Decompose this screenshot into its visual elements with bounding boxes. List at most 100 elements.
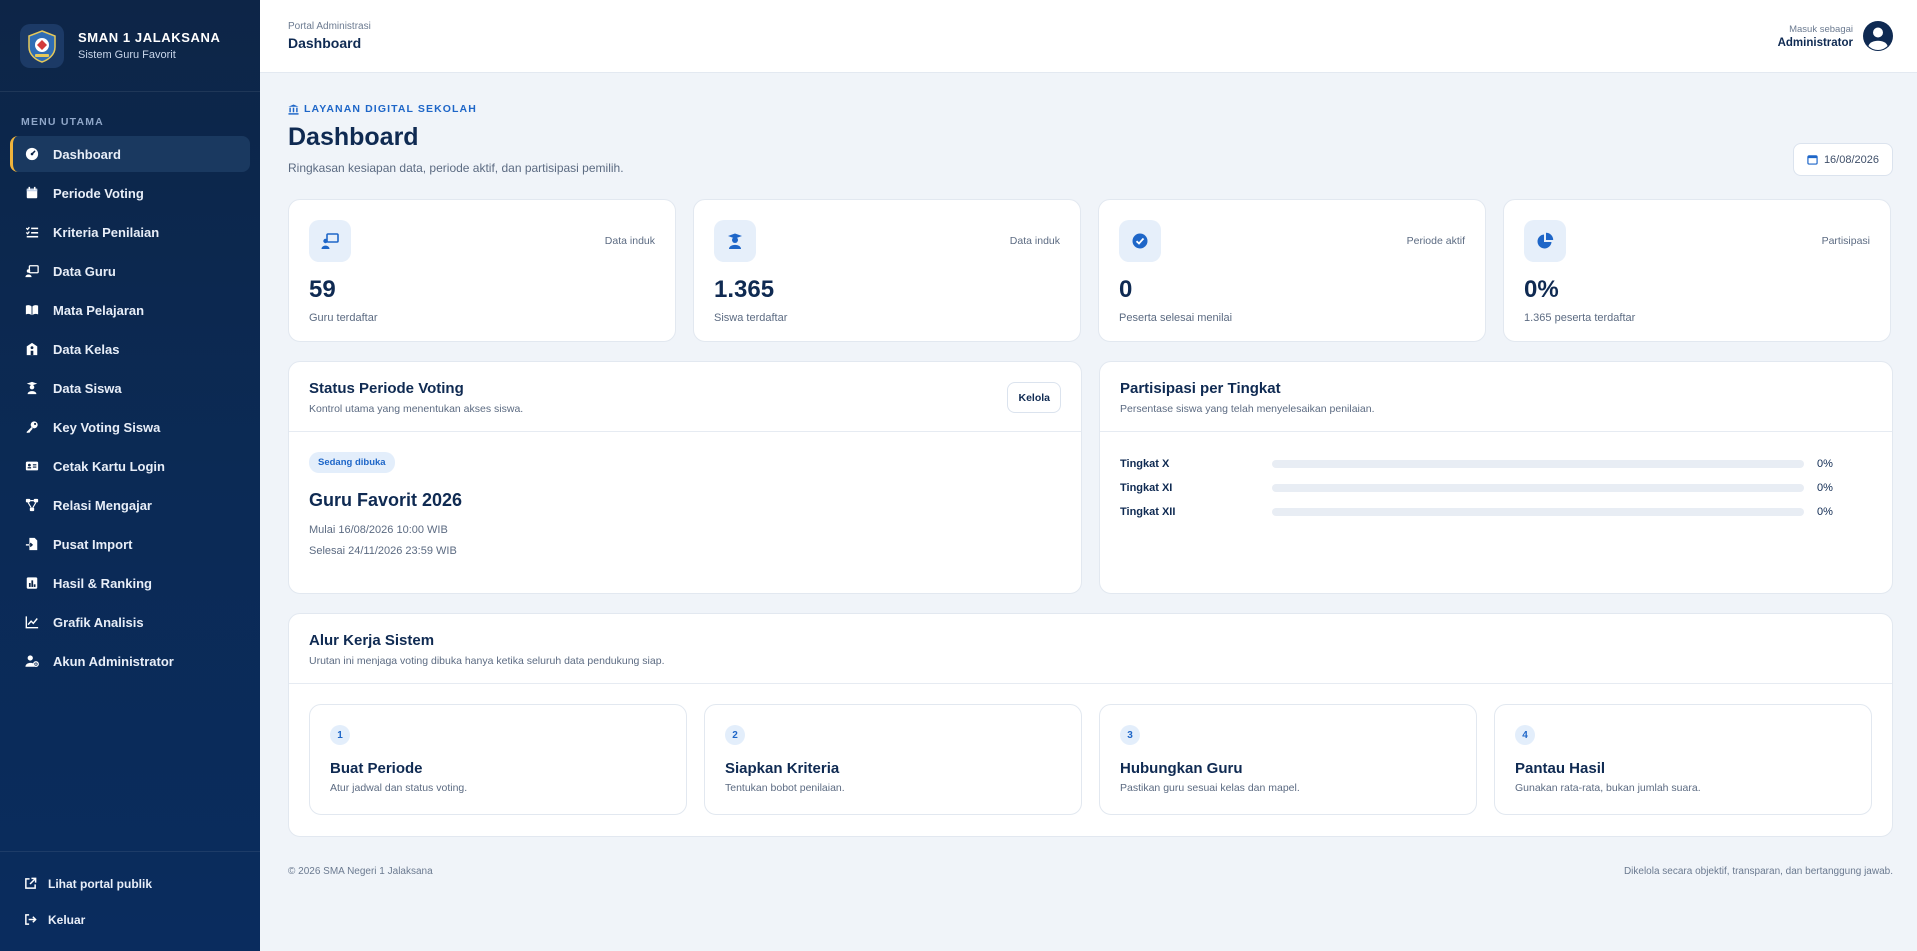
grade-label: Tingkat XII [1120, 506, 1176, 518]
public-portal-label: Lihat portal publik [48, 877, 152, 891]
eyebrow-label: LAYANAN DIGITAL SEKOLAH [304, 103, 477, 115]
sidebar-item-key-voting-siswa[interactable]: Key Voting Siswa [10, 409, 250, 445]
sidebar-item-label: Periode Voting [53, 185, 144, 201]
current-date: 16/08/2026 [1823, 153, 1879, 166]
workflow-card: Alur Kerja Sistem Urutan ini menjaga vot… [288, 613, 1893, 837]
page-eyebrow: LAYANAN DIGITAL SEKOLAH [288, 103, 1893, 115]
sidebar-item-pusat-import[interactable]: Pusat Import [10, 526, 250, 562]
stat-tag: Periode aktif [1406, 235, 1465, 247]
main-content: LAYANAN DIGITAL SEKOLAH Dashboard Ringka… [288, 73, 1893, 877]
diagram-icon [24, 497, 40, 513]
calendar-icon [24, 185, 40, 201]
sidebar-item-label: Relasi Mengajar [53, 497, 152, 513]
grade-label: Tingkat XI [1120, 482, 1173, 494]
period-start: Mulai 16/08/2026 10:00 WIB [309, 524, 448, 536]
sidebar-item-hasil-ranking[interactable]: Hasil & Ranking [10, 565, 250, 601]
card-subtitle: Kontrol utama yang menentukan akses sisw… [309, 403, 524, 415]
school-icon [24, 341, 40, 357]
period-name: Guru Favorit 2026 [309, 490, 463, 510]
card-title: Status Periode Voting [309, 380, 464, 397]
stat-value: 59 [309, 276, 336, 303]
participation-row: Tingkat XII 0% [1120, 500, 1872, 524]
participation-card: Partisipasi per Tingkat Persentase siswa… [1099, 361, 1893, 594]
page-footer: © 2026 SMA Negeri 1 Jalaksana Dikelola s… [288, 866, 1893, 877]
sidebar-item-label: Cetak Kartu Login [53, 458, 165, 474]
progress-track [1272, 508, 1804, 516]
sidebar-item-periode-voting[interactable]: Periode Voting [10, 175, 250, 211]
public-portal-link[interactable]: Lihat portal publik [0, 866, 260, 902]
sidebar-item-label: Data Guru [53, 263, 116, 279]
grade-label: Tingkat X [1120, 458, 1170, 470]
page-subtitle: Ringkasan kesiapan data, periode aktif, … [288, 161, 624, 175]
stat-label: Guru terdaftar [309, 312, 378, 324]
file-import-icon [24, 536, 40, 552]
stat-card-siswa: Data induk 1.365 Siswa terdaftar [693, 199, 1081, 342]
user-gear-icon [24, 653, 40, 669]
sidebar-item-label: Dashboard [53, 146, 121, 162]
workflow-step: 1 Buat Periode Atur jadwal dan status vo… [309, 704, 687, 815]
participation-list: Tingkat X 0% Tingkat XI 0% Tingkat XII 0… [1100, 432, 1892, 524]
sidebar-item-kriteria-penilaian[interactable]: Kriteria Penilaian [10, 214, 250, 250]
step-title: Hubungkan Guru [1120, 760, 1243, 777]
progress-value: 0% [1817, 506, 1833, 518]
sidebar-item-relasi-mengajar[interactable]: Relasi Mengajar [10, 487, 250, 523]
breadcrumb-current: Dashboard [288, 35, 362, 51]
sidebar-item-akun-administrator[interactable]: Akun Administrator [10, 643, 250, 679]
teacher-icon [309, 220, 351, 262]
breadcrumb: Portal Administrasi Dashboard [288, 21, 371, 51]
id-card-icon [24, 458, 40, 474]
brand-subtitle: Sistem Guru Favorit [78, 49, 176, 61]
chalkboard-teacher-icon [24, 263, 40, 279]
period-end: Selesai 24/11/2026 23:59 WIB [309, 545, 457, 557]
stat-card-guru: Data induk 59 Guru terdaftar [288, 199, 676, 342]
stat-value: 1.365 [714, 276, 775, 303]
sidebar-item-label: Mata Pelajaran [53, 302, 145, 318]
sidebar-item-label: Data Kelas [53, 341, 120, 357]
landmark-icon [288, 103, 299, 115]
sidebar-item-label: Pusat Import [53, 536, 133, 552]
line-chart-icon [24, 614, 40, 630]
step-description: Tentukan bobot penilaian. [725, 782, 845, 794]
sidebar-item-data-siswa[interactable]: Data Siswa [10, 370, 250, 406]
card-title: Alur Kerja Sistem [309, 632, 435, 649]
sidebar-item-mata-pelajaran[interactable]: Mata Pelajaran [10, 292, 250, 328]
stat-tag: Data induk [604, 235, 655, 247]
step-title: Siapkan Kriteria [725, 760, 840, 777]
sidebar-item-cetak-kartu-login[interactable]: Cetak Kartu Login [10, 448, 250, 484]
step-title: Buat Periode [330, 760, 423, 777]
stat-tag: Data induk [1009, 235, 1060, 247]
sidebar-item-data-guru[interactable]: Data Guru [10, 253, 250, 289]
step-number: 1 [330, 725, 350, 745]
stat-value: 0 [1119, 276, 1133, 303]
step-number: 3 [1120, 725, 1140, 745]
stat-value: 0% [1524, 276, 1559, 303]
gauge-icon [24, 146, 40, 162]
workflow-steps: 1 Buat Periode Atur jadwal dan status vo… [289, 684, 1892, 835]
book-open-icon [24, 302, 40, 318]
sidebar-item-label: Grafik Analisis [53, 614, 144, 630]
sidebar-item-data-kelas[interactable]: Data Kelas [10, 331, 250, 367]
menu-section-label: MENU UTAMA [21, 116, 104, 128]
key-icon [24, 419, 40, 435]
logout-label: Keluar [48, 913, 86, 927]
logout-link[interactable]: Keluar [0, 902, 260, 938]
card-title: Partisipasi per Tingkat [1120, 380, 1281, 397]
stat-label: 1.365 peserta terdaftar [1524, 312, 1636, 324]
brand: SMAN 1 JALAKSANA Sistem Guru Favorit [0, 0, 260, 92]
sidebar-item-grafik-analisis[interactable]: Grafik Analisis [10, 604, 250, 640]
sidebar-menu: Dashboard Periode Voting Kriteria Penila… [0, 136, 260, 679]
stat-card-peserta: Periode aktif 0 Peserta selesai menilai [1098, 199, 1486, 342]
progress-track [1272, 484, 1804, 492]
sidebar-item-label: Hasil & Ranking [53, 575, 152, 591]
calendar-icon [1807, 155, 1818, 165]
manage-button[interactable]: Kelola [1007, 382, 1061, 413]
external-link-icon [24, 877, 38, 891]
ranking-icon [24, 575, 40, 591]
avatar[interactable] [1863, 21, 1893, 51]
topbar: Portal Administrasi Dashboard Masuk seba… [260, 0, 1917, 73]
card-subtitle: Urutan ini menjaga voting dibuka hanya k… [309, 655, 665, 667]
participation-row: Tingkat XI 0% [1120, 476, 1872, 500]
sidebar-item-dashboard[interactable]: Dashboard [10, 136, 250, 172]
user-menu[interactable]: Masuk sebagai Administrator [1778, 21, 1893, 51]
stat-card-partisipasi: Partisipasi 0% 1.365 peserta terdaftar [1503, 199, 1891, 342]
